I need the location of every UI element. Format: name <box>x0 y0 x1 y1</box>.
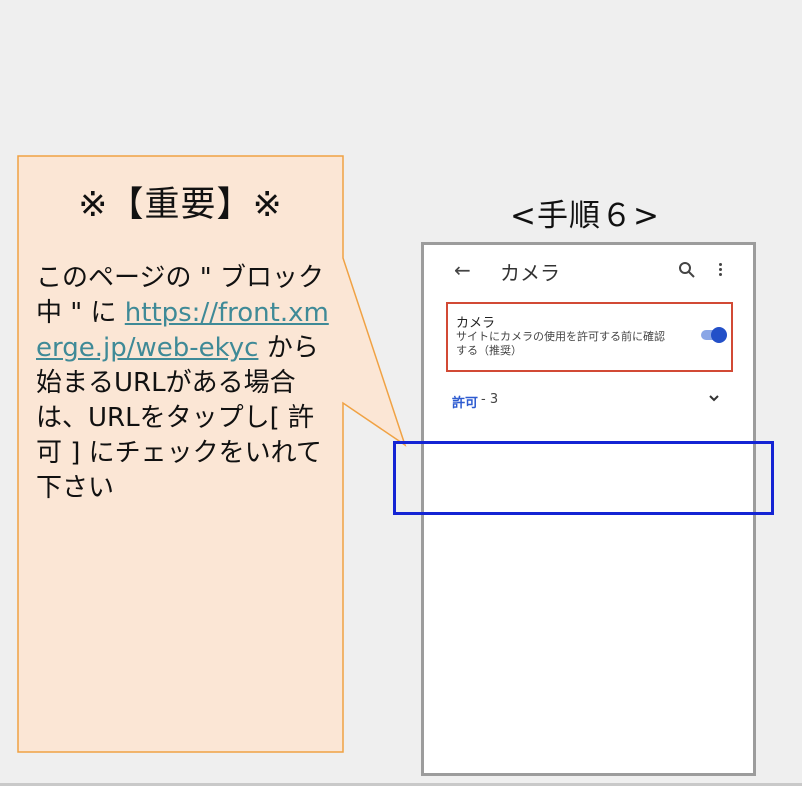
setting-description: サイトにカメラの使用を許可する前に確認する（推奨） <box>456 330 665 357</box>
step-label: <手順６> <box>510 198 660 234</box>
note-body: このページの " ブロック中 " に https://front.xmerge.… <box>36 261 336 506</box>
important-note: ※【重要】※ このページの " ブロック中 " に https://front.… <box>18 156 343 752</box>
chevron-down-icon[interactable] <box>707 391 721 405</box>
toggle-knob <box>711 327 727 343</box>
page-title: カメラ <box>500 261 560 285</box>
highlight-box <box>393 441 774 515</box>
allow-section[interactable]: 許可 - 3 <box>424 385 753 415</box>
setting-title: カメラ <box>456 316 496 331</box>
allow-count: - 3 <box>481 392 499 407</box>
allow-label: 許可 <box>452 396 479 411</box>
arrow-left-icon[interactable]: ← <box>454 259 474 281</box>
more-vert-icon[interactable] <box>716 261 724 281</box>
camera-setting[interactable]: カメラ サイトにカメラの使用を許可する前に確認する（推奨） <box>446 302 733 372</box>
search-icon[interactable] <box>678 261 696 279</box>
camera-toggle[interactable] <box>699 327 727 343</box>
note-title: ※【重要】※ <box>78 185 283 225</box>
app-bar: ← カメラ <box>424 245 753 297</box>
